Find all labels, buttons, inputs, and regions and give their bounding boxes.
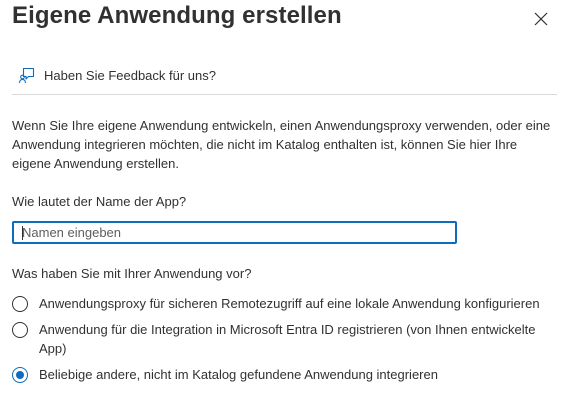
close-button[interactable]	[528, 6, 554, 32]
create-app-panel: Eigene Anwendung erstellen Haben Sie Fee…	[0, 0, 572, 415]
radio-option-label: Beliebige andere, nicht im Katalog gefun…	[39, 367, 438, 382]
app-name-input[interactable]	[12, 221, 457, 244]
radio-button[interactable]	[12, 322, 28, 338]
close-icon	[534, 12, 548, 26]
radio-option-label: Anwendung für die Integration in Microso…	[39, 322, 536, 356]
radio-option-app-proxy[interactable]: Anwendungsproxy für sicheren Remotezugri…	[12, 295, 540, 313]
radio-button[interactable]	[12, 296, 28, 312]
radio-option-other-app[interactable]: Beliebige andere, nicht im Katalog gefun…	[12, 366, 438, 384]
feedback-label: Haben Sie Feedback für uns?	[44, 67, 216, 83]
divider	[12, 94, 557, 95]
feedback-icon	[18, 66, 36, 84]
description-text: Wenn Sie Ihre eigene Anwendung entwickel…	[12, 118, 551, 171]
feedback-link[interactable]: Haben Sie Feedback für uns?	[18, 66, 216, 84]
radio-button-selected[interactable]	[12, 367, 28, 383]
text-caret	[22, 226, 23, 240]
app-name-label: Wie lautet der Name der App?	[12, 194, 187, 209]
purpose-question: Was haben Sie mit Ihrer Anwendung vor?	[12, 266, 252, 281]
panel-title: Eigene Anwendung erstellen	[12, 2, 342, 29]
radio-option-register-app[interactable]: Anwendung für die Integration in Microso…	[12, 321, 557, 358]
radio-option-label: Anwendungsproxy für sicheren Remotezugri…	[39, 296, 540, 311]
